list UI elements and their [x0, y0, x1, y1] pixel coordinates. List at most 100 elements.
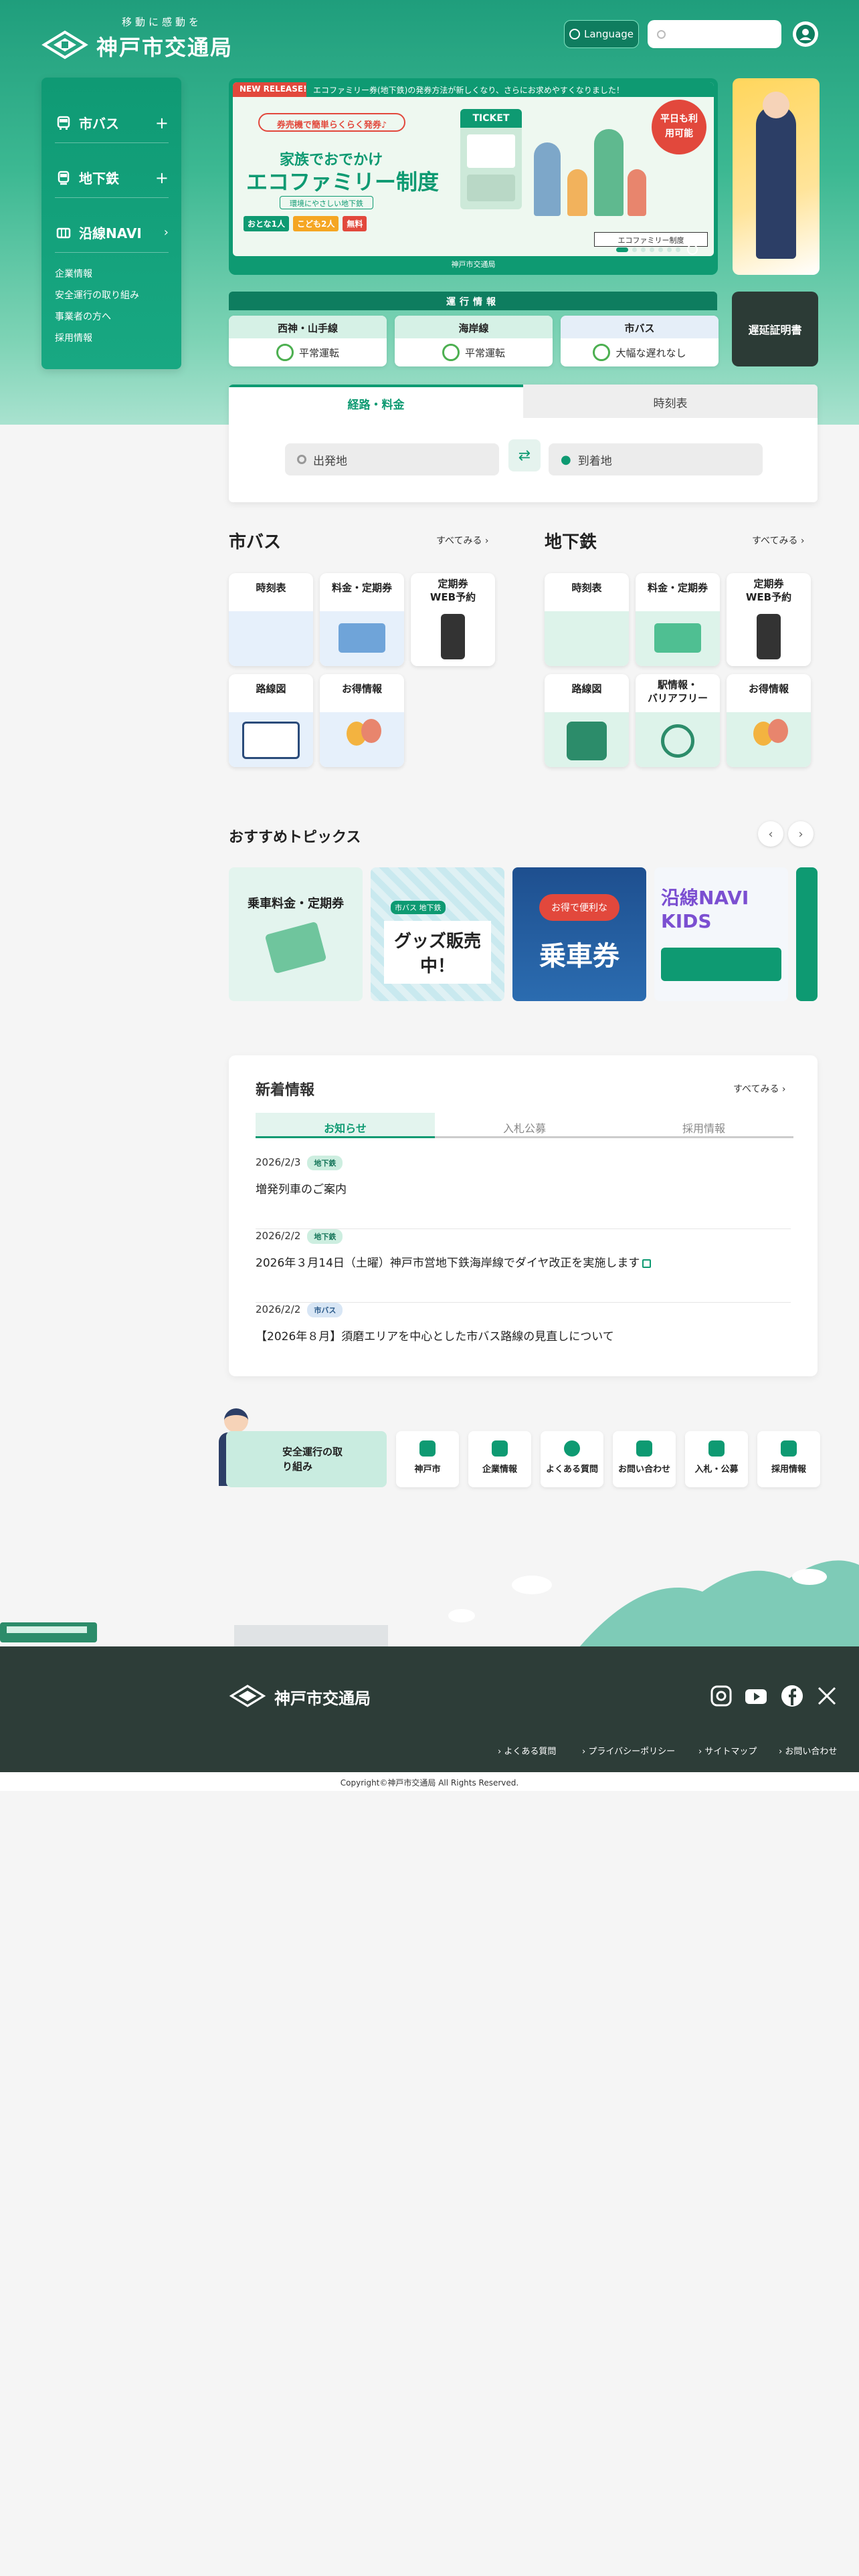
side-banner[interactable] [733, 78, 820, 275]
bus-tile-deals[interactable]: お得情報 [320, 674, 404, 767]
language-button[interactable]: Language [564, 20, 639, 48]
timetable-illustration [229, 611, 313, 666]
chevron-right-icon: › [798, 827, 803, 841]
banner-child: こども2人 [293, 216, 339, 231]
bus-tile-fares[interactable]: 料金・定期券 [320, 573, 404, 666]
topic-card-next[interactable] [796, 867, 818, 1001]
route-search: 経路・料金 時刻表 出発地 ⇄ ● 到着地 [229, 385, 818, 502]
footer-link-contact[interactable]: › お問い合わせ [779, 1744, 837, 1757]
family-illustration [527, 122, 648, 223]
link-bids[interactable]: 入札・公募 [685, 1431, 748, 1487]
subway-tile-timetable[interactable]: 時刻表 [545, 573, 629, 666]
search-input[interactable] [648, 20, 781, 48]
to-field[interactable]: ● 到着地 [549, 443, 763, 475]
topic-card-tickets[interactable]: お得で便利な 乗車券 [512, 867, 646, 1001]
site-footer: 神戸市交通局 › よくある質問 › プライバシーポリシー › サイトマップ › … [0, 1646, 859, 1772]
nav-link-recruit[interactable]: 採用情報 [55, 331, 92, 344]
nav-bus[interactable]: 市バス + [55, 103, 169, 143]
nav-ensen-navi[interactable]: 沿線NAVI › [55, 213, 169, 253]
tab-timetable[interactable]: 時刻表 [523, 385, 818, 418]
emblem-icon [229, 1685, 266, 1707]
subway-tile-web-reserve[interactable]: 定期券 WEB予約 [727, 573, 811, 666]
topic-card-goods[interactable]: 市バス 地下鉄 グッズ販売中！ [371, 867, 504, 1001]
origin-icon [297, 455, 306, 464]
bus-section-title: 市バス [229, 532, 282, 552]
side-navigation: 市バス + 地下鉄 + 沿線NAVI › 企業情報 安全運行の取り組み 事業者の… [41, 78, 181, 369]
facebook-icon[interactable] [780, 1684, 804, 1708]
train-illustration [545, 712, 629, 767]
ops-card-bus[interactable]: 市バス 大幅な遅れなし [561, 316, 719, 366]
line-status: 平常運転 [464, 346, 505, 359]
pin-icon: ● [561, 452, 571, 467]
news-item[interactable]: 2026/2/2 市バス 【2026年８月】須磨エリアを中心とした市バス路線の見直… [256, 1303, 791, 1376]
ops-card-seishin[interactable]: 西神・山手線 平常運転 [229, 316, 387, 366]
copyright: Copyright©神戸市交通局 All Rights Reserved. [0, 1772, 859, 1791]
hero-banner[interactable]: NEW RELEASE! エコファミリー券(地下鉄)の発券方法が新しくなり、さら… [229, 78, 718, 275]
chevron-right-icon: › [163, 225, 169, 239]
topics-prev-button[interactable]: ‹ [758, 821, 783, 847]
footer-link-faq[interactable]: › よくある質問 [498, 1744, 556, 1757]
kobe-city-icon [419, 1440, 436, 1457]
bus-tile-web-reserve[interactable]: 定期券 WEB予約 [411, 573, 495, 666]
link-contact[interactable]: お問い合わせ [613, 1431, 676, 1487]
x-icon[interactable] [815, 1684, 839, 1708]
search-icon [657, 29, 666, 39]
subway-tile-barrier-free[interactable]: 駅情報・ バリアフリー [636, 674, 720, 767]
subway-tile-deals[interactable]: お得情報 [727, 674, 811, 767]
footer-link-privacy[interactable]: › プライバシーポリシー [582, 1744, 675, 1757]
link-company[interactable]: 企業情報 [468, 1431, 531, 1487]
topic-card-kids[interactable]: 沿線NAVI KIDS [654, 867, 788, 1001]
banner-catch: 券売機で簡単らくらく発券♪ [258, 113, 405, 132]
subway-tile-fares[interactable]: 料金・定期券 [636, 573, 720, 666]
instagram-icon[interactable] [709, 1684, 733, 1708]
news-see-all-link[interactable]: すべてみる › [733, 1082, 786, 1095]
banner-title-big: エコファミリー制度 [246, 169, 440, 195]
delay-certificate-button[interactable]: 遅延証明書 [732, 292, 818, 366]
question-icon [564, 1440, 580, 1457]
news-tab-recruit[interactable]: 採用情報 [614, 1113, 793, 1138]
link-recruit[interactable]: 採用情報 [757, 1431, 820, 1487]
nav-link-business[interactable]: 事業者の方へ [55, 310, 111, 323]
link-kobe-city[interactable]: 神戸市 [396, 1431, 459, 1487]
bus-tile-route-map[interactable]: 路線図 [229, 674, 313, 767]
from-field[interactable]: 出発地 [285, 443, 499, 475]
line-name: 西神・山手線 [229, 316, 387, 338]
subway-section-title: 地下鉄 [545, 532, 597, 552]
document-icon [708, 1440, 725, 1457]
subway-tile-route-map[interactable]: 路線図 [545, 674, 629, 767]
youtube-icon[interactable] [744, 1684, 768, 1708]
nav-subway[interactable]: 地下鉄 + [55, 158, 169, 198]
company-icon [492, 1440, 508, 1457]
link-faq[interactable]: よくある質問 [541, 1431, 603, 1487]
tab-route[interactable]: 経路・料金 [229, 385, 523, 418]
news-item[interactable]: 2026/2/3 地下鉄 増発列車のご案内 [256, 1156, 791, 1229]
subway-see-all-link[interactable]: すべてみる › [752, 534, 805, 547]
news-tab-bids[interactable]: 入札公募 [435, 1113, 614, 1138]
safety-link-card[interactable]: 安全運行の取り組み [226, 1431, 387, 1487]
nav-link-company[interactable]: 企業情報 [55, 267, 92, 280]
news-item[interactable]: 2026/2/2 地下鉄 2026年３月14日（土曜）神戸市営地下鉄海岸線でダイヤ… [256, 1229, 791, 1303]
user-icon [796, 25, 815, 43]
weekday-bubble: 平日も利用可能 [652, 100, 706, 154]
swap-button[interactable]: ⇄ [508, 439, 541, 471]
topics-next-button[interactable]: › [788, 821, 814, 847]
account-button[interactable] [793, 21, 818, 47]
bus-see-all-link[interactable]: すべてみる › [436, 534, 489, 547]
site-logo[interactable]: 移動に感動を 神戸市交通局 [41, 15, 242, 66]
status-ok-icon [442, 344, 460, 361]
card-illustration [636, 611, 720, 666]
carousel-dots[interactable] [616, 244, 698, 255]
topic-card-fares[interactable]: 乗車料金・定期券 [229, 867, 363, 1001]
ops-card-kaigan[interactable]: 海岸線 平常運転 [395, 316, 553, 366]
line-status: 大幅な遅れなし [615, 346, 686, 359]
pause-icon[interactable] [687, 244, 698, 255]
nav-link-safety[interactable]: 安全運行の取り組み [55, 288, 139, 302]
footer-logo-text: 神戸市交通局 [274, 1689, 371, 1708]
bus-tile-timetable[interactable]: 時刻表 [229, 573, 313, 666]
operations-heading: 運行情報 [229, 292, 717, 310]
footer-link-sitemap[interactable]: › サイトマップ [698, 1744, 757, 1757]
news-tab-notices[interactable]: お知らせ [256, 1113, 435, 1138]
character-illustration [756, 105, 796, 259]
banner-image: NEW RELEASE! エコファミリー券(地下鉄)の発券方法が新しくなり、さら… [233, 82, 714, 256]
mail-icon [636, 1440, 652, 1457]
